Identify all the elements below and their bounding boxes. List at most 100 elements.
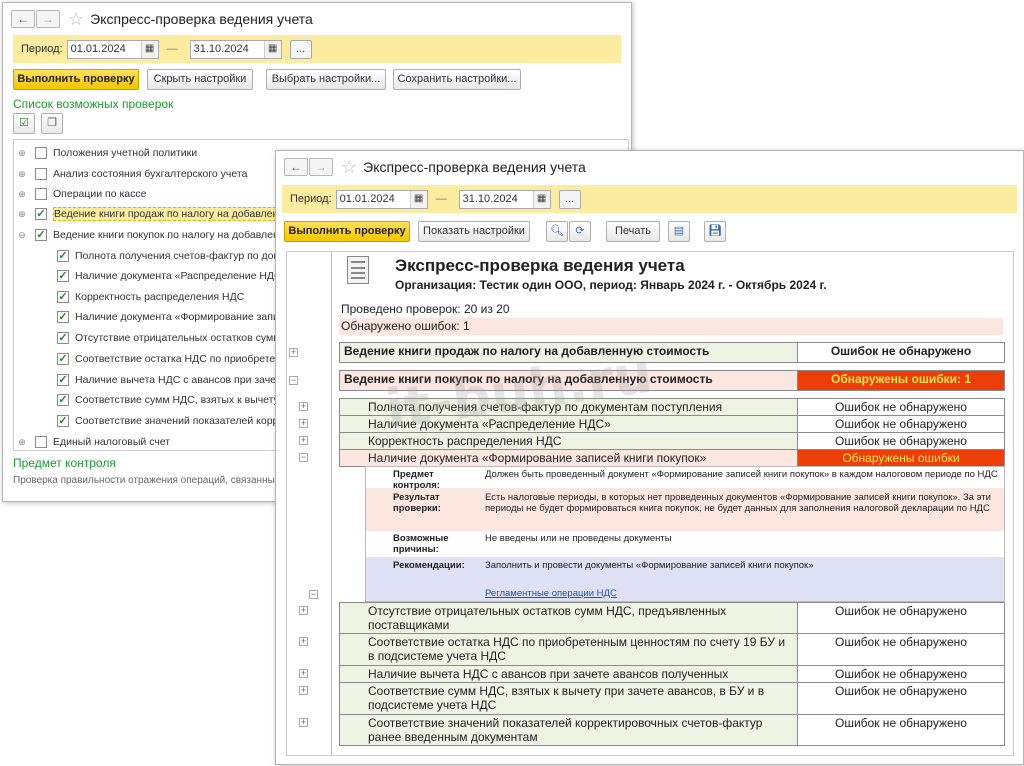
detail-key-causes: Возможные причины:: [393, 533, 449, 555]
expand-icon[interactable]: +: [299, 718, 308, 727]
expand-icon[interactable]: ⊕: [17, 437, 27, 448]
detail-val-causes: Не введены или не проведены документы: [485, 533, 672, 544]
check-item[interactable]: ⊕ Анализ состояния бухгалтерского учета: [17, 165, 247, 183]
choose-settings-button[interactable]: Выбрать настройки...: [266, 69, 386, 90]
save-icon[interactable]: 💾︎: [704, 221, 726, 242]
expand-icon[interactable]: +: [299, 686, 308, 695]
calendar-icon[interactable]: ▦: [409, 190, 427, 208]
forward-button[interactable]: →: [309, 158, 333, 176]
check-row-label: Корректность распределения НДС: [339, 432, 799, 450]
checkbox[interactable]: ✓: [57, 394, 69, 406]
collapse-icon[interactable]: ⊖: [17, 230, 27, 241]
check-item[interactable]: ⊕ Положения учетной политики: [17, 144, 197, 162]
collapse-icon[interactable]: −: [289, 376, 298, 385]
expand-icon[interactable]: +: [289, 348, 298, 357]
check-item-label: Единый налоговый счет: [53, 436, 171, 448]
check-item-label: Наличие вычета НДС с авансов при зачете …: [75, 374, 275, 386]
print-button[interactable]: Печать: [606, 221, 660, 242]
checks-done: Проведено проверок: 20 из 20: [341, 302, 510, 316]
checkbox[interactable]: [35, 188, 47, 200]
document-icon: [347, 256, 369, 284]
checkbox[interactable]: [35, 147, 47, 159]
checkbox[interactable]: ✓: [57, 250, 69, 262]
checkbox[interactable]: ✓: [57, 353, 69, 365]
check-row-label: Отсутствие отрицательных остатков сумм Н…: [339, 602, 799, 634]
check-item[interactable]: ⊕ Операции по кассе: [17, 185, 146, 203]
expand-icon[interactable]: ⊕: [17, 209, 27, 220]
expand-icon[interactable]: +: [299, 606, 308, 615]
period-select-button[interactable]: ...: [289, 39, 312, 59]
back-button[interactable]: ←: [284, 158, 308, 176]
checkbox[interactable]: ✓: [35, 229, 47, 241]
date-from-value: 01.01.2024: [339, 193, 395, 205]
check-item-label: Ведение книги покупок по налогу на добав…: [53, 229, 275, 241]
check-row-label: Полнота получения счетов-фактур по докум…: [339, 398, 799, 416]
checkbox[interactable]: ✓: [57, 270, 69, 282]
subject-title: Предмет контроля: [13, 456, 116, 470]
period-label: Период:: [290, 193, 332, 205]
find-icon[interactable]: 🔍︎: [546, 221, 568, 242]
check-item[interactable]: ⊕ Единый налоговый счет: [17, 433, 170, 451]
section-sales-book: Ведение книги продаж по налогу на добавл…: [339, 342, 799, 363]
favorite-star-icon[interactable]: ☆: [341, 158, 357, 176]
check-item[interactable]: ✓ Корректность распределения НДС: [49, 288, 244, 306]
check-item[interactable]: ✓ Соответствие значений показателей корре…: [49, 412, 275, 430]
check-row-label: Наличие документа «Формирование записей …: [339, 449, 799, 467]
save-settings-button[interactable]: Сохранить настройки...: [393, 69, 521, 90]
check-item-label: Наличие документа «Распределение НДС»: [75, 270, 275, 282]
date-to-field[interactable]: 31.10.2024 ▦: [458, 189, 551, 209]
check-item-label: Анализ состояния бухгалтерского учета: [53, 168, 248, 180]
show-settings-button[interactable]: Показать настройки: [418, 221, 530, 242]
collapse-icon[interactable]: −: [299, 453, 308, 462]
check-item[interactable]: ✓ Соответствие сумм НДС, взятых к вычету …: [49, 391, 275, 409]
regulation-link[interactable]: Регламентные операции НДС: [485, 588, 617, 599]
check-item[interactable]: ✓ Наличие документа «Распределение НДС»: [49, 267, 275, 285]
errors-found: Обнаружено ошибок: 1: [339, 318, 1003, 335]
check-item[interactable]: ✓ Полнота получения счетов-фактур по доку…: [49, 247, 275, 265]
checkbox[interactable]: ✓: [57, 374, 69, 386]
check-item[interactable]: ✓ Отсутствие отрицательных остатков сумм …: [49, 329, 275, 347]
checkbox[interactable]: [35, 436, 47, 448]
detail-val-subject: Должен быть проведенный документ «Формир…: [485, 469, 998, 480]
detail-val-result: Есть налоговые периоды, в которых нет пр…: [485, 492, 991, 514]
check-row-status: Ошибок не обнаружено: [797, 633, 1005, 666]
expand-icon[interactable]: +: [299, 436, 308, 445]
run-check-button[interactable]: Выполнить проверку: [284, 221, 410, 242]
report-area: Экспресс-проверка ведения учета Организа…: [286, 251, 1014, 756]
check-row-status: Ошибок не обнаружено: [797, 714, 1005, 746]
period-bar: Период: 01.01.2024 ▦ — 31.10.2024 ▦ ...: [282, 185, 1017, 213]
detail-val-recommendations: Заполнить и провести документы «Формиров…: [485, 560, 814, 571]
check-item-label: Ведение книги продаж по налогу на добавл…: [53, 207, 275, 221]
check-item[interactable]: ⊖ ✓ Ведение книги покупок по налогу на доб…: [17, 226, 275, 244]
expand-icon[interactable]: +: [299, 419, 308, 428]
calendar-icon[interactable]: ▦: [532, 190, 550, 208]
preview-icon[interactable]: ▤: [668, 221, 690, 242]
check-item[interactable]: ✓ Соответствие остатка НДС по приобретенн…: [49, 350, 275, 368]
checkbox[interactable]: ✓: [57, 415, 69, 427]
section-purchase-status: Обнаружены ошибки: 1: [797, 370, 1005, 391]
check-row-status: Ошибок не обнаружено: [797, 682, 1005, 715]
collapse-detail-icon[interactable]: −: [309, 590, 318, 599]
section-purchase-book: Ведение книги покупок по налогу на добав…: [339, 370, 799, 391]
expand-icon[interactable]: ⊕: [17, 148, 27, 159]
expand-icon[interactable]: +: [299, 637, 308, 646]
checkbox[interactable]: [35, 168, 47, 180]
date-from-field[interactable]: 01.01.2024 ▦: [335, 189, 428, 209]
checkbox[interactable]: ✓: [35, 208, 47, 220]
check-item[interactable]: ✓ Наличие вычета НДС с авансов при зачете…: [49, 371, 275, 389]
check-item-label: Полнота получения счетов-фактур по докум…: [75, 250, 275, 262]
expand-icon[interactable]: +: [299, 669, 308, 678]
check-item[interactable]: ✓ Наличие документа «Формирование записей…: [49, 308, 275, 326]
expand-icon[interactable]: +: [299, 402, 308, 411]
check-row-label: Соответствие значений показателей коррек…: [339, 714, 799, 746]
period-select-button[interactable]: ...: [558, 189, 581, 209]
window-title: Экспресс-проверка ведения учета: [363, 159, 586, 175]
checkbox[interactable]: ✓: [57, 332, 69, 344]
checkbox[interactable]: ✓: [57, 311, 69, 323]
find-next-icon[interactable]: ⟳: [569, 221, 591, 242]
expand-icon[interactable]: ⊕: [17, 189, 27, 200]
check-item[interactable]: ⊕ ✓ Ведение книги продаж по налогу на доба…: [17, 205, 275, 223]
checkbox[interactable]: ✓: [57, 291, 69, 303]
subject-text: Проверка правильности отражения операций…: [13, 475, 312, 486]
expand-icon[interactable]: ⊕: [17, 169, 27, 180]
